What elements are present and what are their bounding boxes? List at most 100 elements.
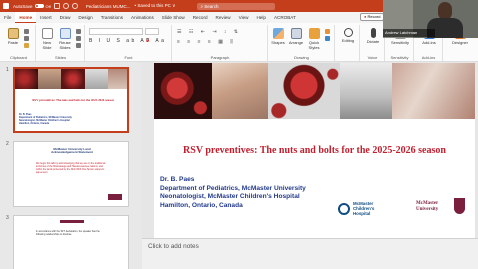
thumb-1-author: Dr. B. Paes Department of Pediatrics, Mc… bbox=[19, 113, 72, 125]
tab-file[interactable]: File bbox=[0, 12, 15, 23]
notes-pane[interactable]: Click to add notes bbox=[142, 238, 478, 269]
affiliation-line-3: Hamilton, Ontario, Canada bbox=[160, 201, 243, 209]
group-font: B I U S ab AV Aa A Font bbox=[86, 25, 172, 61]
group-label-clipboard: Clipboard bbox=[9, 55, 28, 60]
editing-label: Editing bbox=[341, 38, 355, 43]
virus-image-1 bbox=[154, 63, 212, 119]
header-photo-strip bbox=[154, 63, 475, 119]
group-label-drawing: Drawing bbox=[294, 55, 309, 60]
slide-thumbnail-3[interactable]: In accordance with the SFT declaration, … bbox=[13, 215, 129, 269]
editing-button[interactable]: Editing bbox=[339, 28, 357, 43]
thumb-2-body: We begin this talk by acknowledging that… bbox=[36, 162, 106, 174]
group-voice: Dictate Voice bbox=[361, 25, 385, 61]
childrens-logo-text: McMaster Children's Hospital bbox=[353, 201, 374, 216]
record-button[interactable]: ● Record bbox=[360, 13, 385, 21]
autosave-toggle[interactable] bbox=[34, 4, 44, 8]
save-icon[interactable] bbox=[53, 3, 60, 9]
search-box[interactable]: ⌕ Search bbox=[197, 2, 276, 10]
reset-icon[interactable] bbox=[76, 36, 81, 41]
tab-home[interactable]: Home bbox=[15, 12, 37, 23]
notes-placeholder: Click to add notes bbox=[148, 243, 199, 250]
webcam-name-label: Andrew Latchman bbox=[383, 29, 435, 37]
font-size-dropdown[interactable] bbox=[145, 28, 159, 35]
align-icons[interactable]: ≡ ≡ ≡ ≡ ▦ ⫼ bbox=[177, 39, 236, 45]
group-label-addins: Add-ins bbox=[421, 55, 436, 60]
thumb-photo-hands bbox=[107, 69, 127, 89]
slide-thumbnail-2[interactable]: McMaster University Land Acknowledgement… bbox=[13, 141, 129, 207]
author-name: Dr. B. Paes bbox=[160, 176, 195, 183]
shapes-label: Shapes bbox=[271, 40, 285, 45]
layout-icon[interactable] bbox=[76, 29, 81, 34]
reuse-slides-icon bbox=[59, 28, 71, 39]
group-label-paragraph: Paragraph bbox=[210, 55, 230, 60]
paste-label: Paste bbox=[7, 40, 19, 45]
tab-draw[interactable]: Draw bbox=[56, 12, 75, 23]
shape-fill-icon[interactable] bbox=[325, 29, 330, 34]
group-label-font: Font bbox=[124, 55, 133, 60]
reuse-slides-button[interactable]: Reuse Slides bbox=[57, 28, 73, 50]
shapes-icon bbox=[272, 28, 284, 39]
thumb-photos bbox=[15, 69, 127, 89]
current-slide[interactable]: RSV preventives: The nuts and bolts for … bbox=[154, 63, 475, 249]
group-editing: Editing bbox=[336, 25, 360, 61]
autosave-state: Off bbox=[45, 3, 51, 9]
tab-help[interactable]: Help bbox=[252, 12, 269, 23]
format-painter-icon[interactable] bbox=[24, 43, 29, 48]
font-format-buttons[interactable]: B I U S ab AV Aa bbox=[89, 38, 166, 44]
author-block[interactable]: Dr. B. Paes Department of Pediatrics, Mc… bbox=[160, 176, 306, 210]
thumb-3-body: In accordance with the SFT declaration, … bbox=[36, 230, 100, 236]
font-color-icon[interactable]: A bbox=[146, 38, 149, 44]
font-name-dropdown[interactable] bbox=[89, 28, 143, 35]
university-logo-text: McMaster University bbox=[416, 201, 438, 213]
tab-slide-show[interactable]: Slide Show bbox=[158, 12, 189, 23]
thumb-number-2: 2 bbox=[6, 141, 9, 147]
tab-acrobat[interactable]: ACROBAT bbox=[270, 12, 300, 23]
group-paragraph: ☰ ☷ ⇤ ⇥ ↕ ⇅ ≡ ≡ ≡ ≡ ▦ ⫼ Paragraph bbox=[173, 25, 268, 61]
mcmaster-childrens-hospital-logo: McMaster Children's Hospital bbox=[338, 201, 384, 219]
thumb-photo-virus bbox=[15, 69, 39, 89]
arrange-icon bbox=[290, 28, 302, 39]
shapes-button[interactable]: Shapes bbox=[270, 28, 286, 45]
arrange-label: Arrange bbox=[288, 40, 304, 45]
slide-thumbnail-1[interactable]: RSV preventives: The nuts and bolts for … bbox=[13, 67, 129, 133]
powerpoint-window: AutoSave Off Pediatricians MUMC... • Sav… bbox=[0, 0, 478, 269]
new-slide-button[interactable]: New Slide bbox=[39, 28, 55, 50]
slide-title[interactable]: RSV preventives: The nuts and bolts for … bbox=[154, 145, 475, 156]
group-label-sensitivity: Sensitivity bbox=[390, 55, 409, 60]
magnifier-icon bbox=[343, 28, 353, 37]
quick-styles-icon bbox=[308, 28, 320, 39]
childrens-logo-line: Hospital bbox=[353, 211, 371, 216]
affiliation-line-1: Department of Pediatrics, McMaster Unive… bbox=[160, 184, 306, 192]
hands-photo bbox=[392, 63, 475, 119]
bullets-icon[interactable]: ☰ ☷ ⇤ ⇥ ↕ ⇅ bbox=[177, 29, 241, 35]
tab-insert[interactable]: Insert bbox=[36, 12, 56, 23]
thumb-photo-virus-2 bbox=[61, 69, 85, 89]
arrange-button[interactable]: Arrange bbox=[288, 28, 304, 45]
section-icon[interactable] bbox=[76, 43, 81, 48]
new-slide-label: New Slide bbox=[42, 40, 52, 50]
sensitivity-label: Sensitivity bbox=[390, 40, 409, 45]
tab-animations[interactable]: Animations bbox=[127, 12, 158, 23]
tab-view[interactable]: View bbox=[235, 12, 253, 23]
cut-icon[interactable] bbox=[24, 29, 29, 34]
virus-image-2 bbox=[268, 63, 340, 119]
quick-styles-button[interactable]: Quick Styles bbox=[306, 28, 322, 50]
copy-icon[interactable] bbox=[24, 36, 29, 41]
designer-label: Designer bbox=[451, 40, 468, 45]
autosave-label: AutoSave bbox=[13, 3, 33, 9]
childrens-logo-mark bbox=[338, 203, 350, 215]
thumb-1-author-line: Hamilton, Ontario, Canada bbox=[19, 122, 50, 125]
tab-transitions[interactable]: Transitions bbox=[97, 12, 127, 23]
save-status[interactable]: • Saved to this PC ∨ bbox=[135, 3, 176, 9]
tab-review[interactable]: Review bbox=[212, 12, 235, 23]
paste-button[interactable]: Paste bbox=[6, 28, 20, 45]
university-logo-line: University bbox=[416, 207, 439, 212]
shape-outline-icon[interactable] bbox=[325, 36, 330, 41]
undo-icon[interactable] bbox=[62, 3, 69, 9]
dictate-button[interactable]: Dictate bbox=[364, 28, 382, 44]
tab-design[interactable]: Design bbox=[74, 12, 96, 23]
redo-icon[interactable] bbox=[71, 3, 78, 9]
infant-photo bbox=[212, 63, 268, 119]
tab-record[interactable]: Record bbox=[189, 12, 212, 23]
thumb-number-1: 1 bbox=[6, 67, 9, 73]
